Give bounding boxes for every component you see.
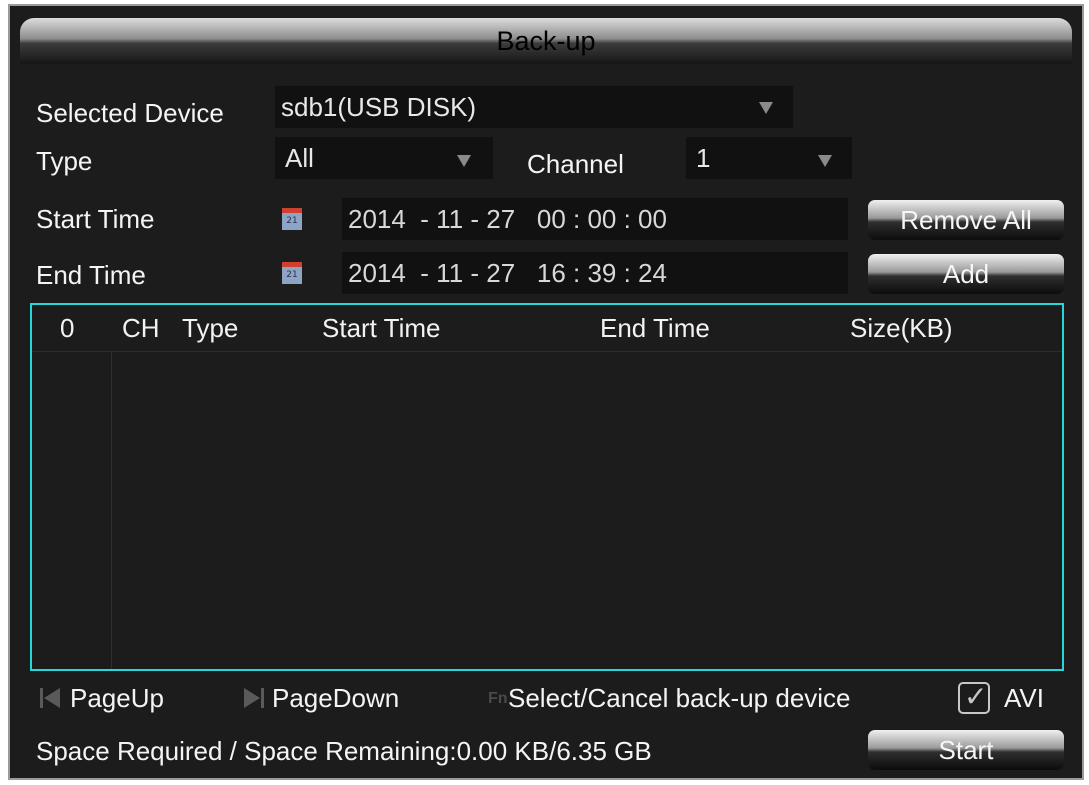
dropdown-arrow-icon: [818, 155, 832, 167]
channel-value: 1: [696, 143, 711, 173]
column-type[interactable]: Type: [182, 311, 238, 345]
type-dropdown[interactable]: All: [275, 137, 493, 179]
selected-device-label: Selected Device: [36, 98, 224, 128]
backup-file-list[interactable]: 0 CH Type Start Time End Time Size(KB): [30, 303, 1064, 671]
space-info: Space Required / Space Remaining:0.00 KB…: [36, 736, 652, 766]
list-header: 0 CH Type Start Time End Time Size(KB): [32, 305, 1062, 352]
end-time-input[interactable]: 2014 - 11 - 27 16 : 39 : 24: [342, 252, 848, 294]
calendar-icon[interactable]: 21: [282, 208, 302, 230]
column-divider: [111, 351, 112, 669]
selected-device-dropdown[interactable]: sdb1(USB DISK): [275, 86, 793, 128]
column-start-time[interactable]: Start Time: [322, 311, 440, 345]
select-cancel-device-label[interactable]: Select/Cancel back-up device: [508, 681, 851, 715]
column-index[interactable]: 0: [60, 311, 74, 345]
backup-dialog: Back-up Selected Device sdb1(USB DISK) T…: [8, 4, 1084, 780]
type-label: Type: [36, 146, 93, 176]
page-down-icon[interactable]: [240, 688, 266, 708]
start-time-label: Start Time: [36, 204, 155, 234]
remove-all-button[interactable]: Remove All: [868, 200, 1064, 240]
column-ch[interactable]: CH: [122, 311, 160, 345]
selected-device-value: sdb1(USB DISK): [281, 92, 477, 122]
calendar-icon[interactable]: 21: [282, 262, 302, 284]
type-value: All: [285, 143, 314, 173]
dropdown-arrow-icon: [759, 102, 773, 114]
channel-label: Channel: [527, 149, 624, 179]
avi-label: AVI: [1004, 683, 1044, 713]
avi-checkbox[interactable]: ✓: [958, 680, 990, 714]
page-down-label[interactable]: PageDown: [272, 681, 399, 715]
add-button[interactable]: Add: [868, 254, 1064, 294]
page-up-label[interactable]: PageUp: [70, 681, 164, 715]
dialog-title: Back-up: [20, 18, 1072, 64]
column-end-time[interactable]: End Time: [600, 311, 710, 345]
channel-dropdown[interactable]: 1: [686, 137, 852, 179]
start-button[interactable]: Start: [868, 730, 1064, 770]
end-time-label: End Time: [36, 260, 146, 290]
page-up-icon[interactable]: [38, 688, 64, 708]
start-time-input[interactable]: 2014 - 11 - 27 00 : 00 : 00: [342, 198, 848, 240]
fn-key-icon: Fn: [488, 690, 508, 707]
dropdown-arrow-icon: [457, 155, 471, 167]
column-size[interactable]: Size(KB): [850, 311, 953, 345]
checkmark-icon: ✓: [964, 680, 988, 713]
